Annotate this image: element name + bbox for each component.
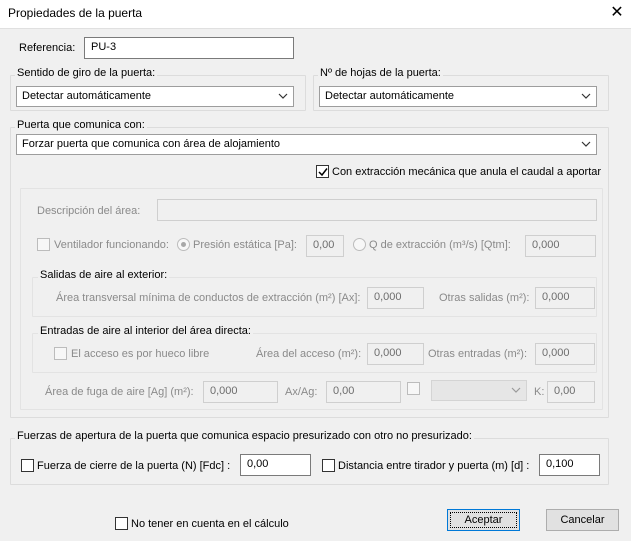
ventilador-label: Ventilador funcionando: <box>54 239 169 251</box>
distancia-label: Distancia entre tirador y puerta (m) [d]… <box>338 460 530 472</box>
presion-input[interactable]: 0,00 <box>306 235 344 257</box>
checkmark-icon <box>318 168 328 177</box>
presion-radio[interactable] <box>177 238 190 251</box>
extraccion-label: Con extracción mecánica que anula el cau… <box>332 166 602 178</box>
fuga-input[interactable]: 0,000 <box>203 381 278 403</box>
acceso-label: Área del acceso (m²): <box>256 348 362 360</box>
no-tener-label: No tener en cuenta en el cálculo <box>131 518 289 530</box>
descripcion-input[interactable] <box>157 199 597 221</box>
fuerzas-title: Fuerzas de apertura de la puerta que com… <box>15 430 474 442</box>
k-label: K: <box>534 386 545 398</box>
hueco-libre-checkbox[interactable] <box>54 347 67 360</box>
aceptar-button[interactable]: Aceptar <box>447 509 520 531</box>
fuerza-cierre-checkbox[interactable] <box>21 459 34 472</box>
num-hojas-value: Detectar automáticamente <box>325 90 455 102</box>
otras-salidas-label: Otras salidas (m²): <box>439 292 530 304</box>
k-checkbox[interactable] <box>407 382 420 395</box>
referencia-input[interactable]: PU-3 <box>84 37 294 59</box>
sentido-giro-label: Sentido de giro de la puerta: <box>15 67 158 79</box>
cancelar-button[interactable]: Cancelar <box>546 509 619 531</box>
window-title: Propiedades de la puerta <box>8 6 143 20</box>
no-tener-checkbox[interactable] <box>115 517 128 530</box>
salidas-title: Salidas de aire al exterior: <box>38 269 170 281</box>
q-extraccion-label: Q de extracción (m³/s) [Qtm]: <box>369 239 511 251</box>
chevron-down-icon <box>511 386 521 395</box>
comunica-value: Forzar puerta que comunica con área de a… <box>22 138 281 150</box>
chevron-down-icon <box>278 92 288 101</box>
q-extraccion-radio[interactable] <box>353 238 366 251</box>
salidas-area-label: Área transversal mínima de conductos de … <box>56 292 361 304</box>
otras-entradas-label: Otras entradas (m²): <box>428 348 528 360</box>
comunica-label: Puerta que comunica con: <box>15 119 147 131</box>
extraccion-checkbox[interactable] <box>316 165 329 178</box>
axag-input[interactable]: 0,00 <box>326 381 401 403</box>
comunica-select[interactable]: Forzar puerta que comunica con área de a… <box>16 134 597 155</box>
salidas-area-input[interactable]: 0,000 <box>367 287 424 309</box>
k-input[interactable]: 0,00 <box>547 381 595 403</box>
acceso-input[interactable]: 0,000 <box>367 343 424 365</box>
sentido-giro-value: Detectar automáticamente <box>22 90 152 102</box>
num-hojas-select[interactable]: Detectar automáticamente <box>319 86 597 107</box>
entradas-title: Entradas de aire al interior del área di… <box>38 325 253 337</box>
close-icon[interactable]: ✕ <box>606 3 628 23</box>
otras-entradas-input[interactable]: 0,000 <box>535 343 595 365</box>
descripcion-label: Descripción del área: <box>37 205 141 217</box>
chevron-down-icon <box>581 140 591 149</box>
chevron-down-icon <box>581 92 591 101</box>
ventilador-checkbox[interactable] <box>37 238 50 251</box>
distancia-input[interactable]: 0,100 <box>539 454 600 476</box>
distancia-checkbox[interactable] <box>322 459 335 472</box>
axag-label: Ax/Ag: <box>285 386 318 398</box>
num-hojas-label: Nº de hojas de la puerta: <box>318 67 443 79</box>
radio-dot <box>181 242 186 247</box>
q-extraccion-input[interactable]: 0,000 <box>525 235 596 257</box>
referencia-label: Referencia: <box>19 42 76 54</box>
hueco-libre-label: El acceso es por hueco libre <box>71 348 210 360</box>
fuga-label: Área de fuga de aire [Ag] (m²): <box>45 386 194 398</box>
fuerza-cierre-label: Fuerza de cierre de la puerta (N) [Fdc] … <box>37 460 231 472</box>
presion-label: Presión estática [Pa]: <box>193 239 297 251</box>
otras-salidas-input[interactable]: 0,000 <box>535 287 595 309</box>
sentido-giro-select[interactable]: Detectar automáticamente <box>16 86 294 107</box>
k-select[interactable] <box>431 380 527 401</box>
fuerza-cierre-input[interactable]: 0,00 <box>240 454 311 476</box>
